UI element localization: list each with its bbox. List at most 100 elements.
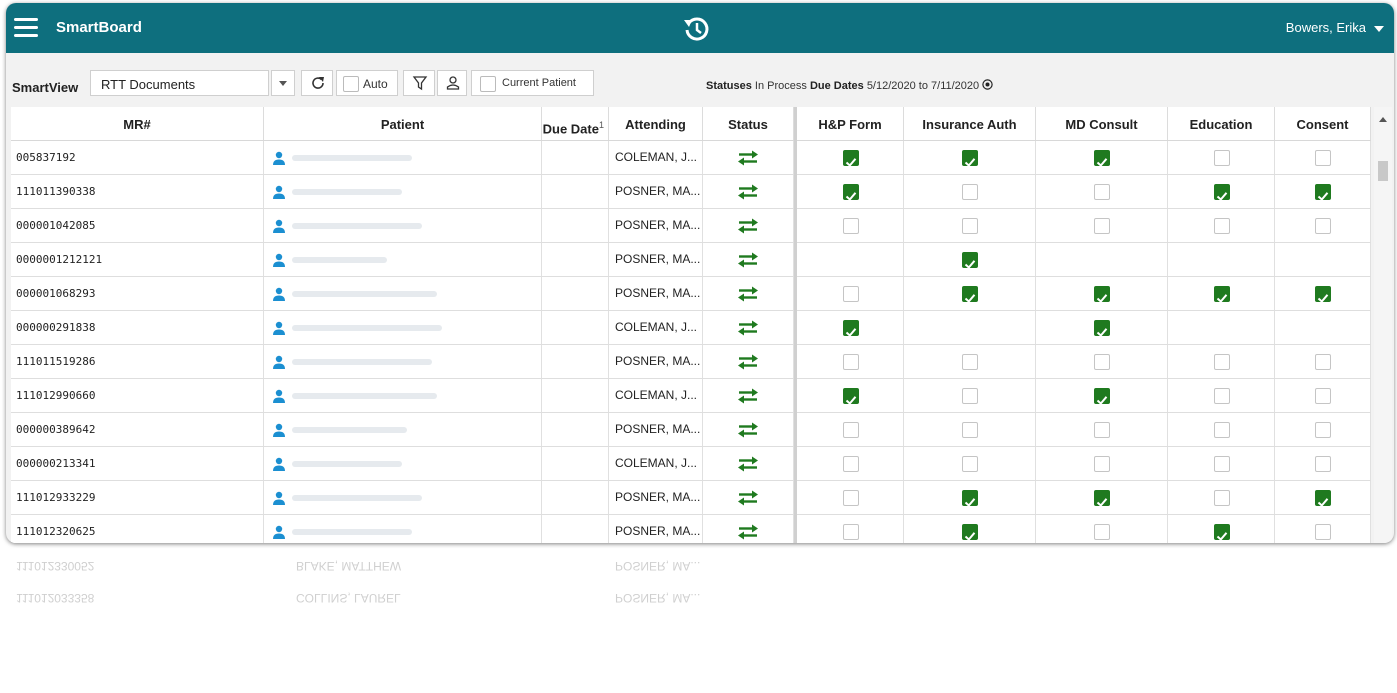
table-row[interactable]: 000001068293 POSNER, MA... [11, 277, 1371, 311]
person-icon[interactable] [272, 287, 286, 301]
checked-checkbox[interactable] [843, 388, 859, 405]
auto-checkbox[interactable] [343, 76, 359, 92]
table-row[interactable]: 000000213341 COLEMAN, J... [11, 447, 1371, 481]
unchecked-checkbox[interactable] [1094, 524, 1110, 540]
transfer-arrows-icon[interactable] [737, 218, 759, 234]
header-consent[interactable]: Consent [1275, 107, 1371, 140]
unchecked-checkbox[interactable] [1214, 150, 1230, 166]
status-cell[interactable] [703, 481, 794, 514]
checked-checkbox[interactable] [1094, 150, 1110, 167]
header-attending[interactable]: Attending [609, 107, 703, 140]
person-icon[interactable] [272, 423, 286, 437]
transfer-arrows-icon[interactable] [737, 388, 759, 404]
checked-checkbox[interactable] [1094, 286, 1110, 303]
table-row[interactable]: 000000291838 COLEMAN, J... [11, 311, 1371, 345]
header-education[interactable]: Education [1168, 107, 1275, 140]
checked-checkbox[interactable] [1315, 490, 1331, 507]
checked-checkbox[interactable] [1094, 320, 1110, 337]
transfer-arrows-icon[interactable] [737, 354, 759, 370]
status-cell[interactable] [703, 243, 794, 276]
unchecked-checkbox[interactable] [1094, 218, 1110, 234]
patient-cell[interactable] [264, 481, 542, 514]
transfer-arrows-icon[interactable] [737, 422, 759, 438]
status-cell[interactable] [703, 141, 794, 174]
patient-cell[interactable] [264, 277, 542, 310]
unchecked-checkbox[interactable] [1315, 150, 1331, 166]
table-row[interactable]: 111012933229 POSNER, MA... [11, 481, 1371, 515]
header-status[interactable]: Status [703, 107, 794, 140]
header-insurance-auth[interactable]: Insurance Auth [904, 107, 1036, 140]
status-cell[interactable] [703, 311, 794, 344]
transfer-arrows-icon[interactable] [737, 252, 759, 268]
patient-cell[interactable] [264, 311, 542, 344]
patient-cell[interactable] [264, 345, 542, 378]
unchecked-checkbox[interactable] [1315, 422, 1331, 438]
unchecked-checkbox[interactable] [962, 388, 978, 404]
filter-button[interactable] [403, 70, 435, 96]
unchecked-checkbox[interactable] [1094, 422, 1110, 438]
status-cell[interactable] [703, 175, 794, 208]
scroll-up-icon[interactable] [1379, 117, 1387, 122]
transfer-arrows-icon[interactable] [737, 490, 759, 506]
checked-checkbox[interactable] [962, 150, 978, 167]
unchecked-checkbox[interactable] [1094, 456, 1110, 472]
unchecked-checkbox[interactable] [843, 524, 859, 540]
transfer-arrows-icon[interactable] [737, 150, 759, 166]
patient-cell[interactable] [264, 379, 542, 412]
patient-cell[interactable] [264, 447, 542, 480]
header-hp-form[interactable]: H&P Form [797, 107, 904, 140]
transfer-arrows-icon[interactable] [737, 184, 759, 200]
transfer-arrows-icon[interactable] [737, 524, 759, 540]
unchecked-checkbox[interactable] [1094, 184, 1110, 200]
status-cell[interactable] [703, 447, 794, 480]
transfer-arrows-icon[interactable] [737, 320, 759, 336]
patient-cell[interactable] [264, 141, 542, 174]
person-icon[interactable] [272, 321, 286, 335]
table-row[interactable]: 111012320625 POSNER, MA... [11, 515, 1371, 543]
unchecked-checkbox[interactable] [1214, 388, 1230, 404]
checked-checkbox[interactable] [843, 184, 859, 201]
user-menu[interactable]: Bowers, Erika [1286, 20, 1384, 35]
person-icon[interactable] [272, 389, 286, 403]
table-row[interactable]: 005837192 COLEMAN, J... [11, 141, 1371, 175]
unchecked-checkbox[interactable] [1315, 388, 1331, 404]
checked-checkbox[interactable] [1094, 490, 1110, 507]
unchecked-checkbox[interactable] [1094, 354, 1110, 370]
unchecked-checkbox[interactable] [1315, 524, 1331, 540]
patient-cell[interactable] [264, 209, 542, 242]
status-cell[interactable] [703, 209, 794, 242]
refresh-button[interactable] [301, 70, 333, 96]
patient-cell[interactable] [264, 413, 542, 446]
smartview-select[interactable]: RTT Documents [90, 70, 269, 96]
unchecked-checkbox[interactable] [1214, 490, 1230, 506]
smartview-dropdown-button[interactable] [271, 70, 295, 96]
table-row[interactable]: 000001042085 POSNER, MA... [11, 209, 1371, 243]
status-cell[interactable] [703, 515, 794, 543]
table-row[interactable]: 111012990660 COLEMAN, J... [11, 379, 1371, 413]
transfer-arrows-icon[interactable] [737, 286, 759, 302]
hamburger-icon[interactable] [14, 18, 38, 38]
unchecked-checkbox[interactable] [1214, 422, 1230, 438]
unchecked-checkbox[interactable] [962, 184, 978, 200]
unchecked-checkbox[interactable] [843, 286, 859, 302]
unchecked-checkbox[interactable] [962, 218, 978, 234]
scroll-thumb[interactable] [1378, 161, 1388, 181]
table-row[interactable]: 111011519286 POSNER, MA... [11, 345, 1371, 379]
table-row[interactable]: 0000001212121 POSNER, MA... [11, 243, 1371, 277]
unchecked-checkbox[interactable] [1214, 456, 1230, 472]
table-row[interactable]: 111011390338 POSNER, MA... [11, 175, 1371, 209]
unchecked-checkbox[interactable] [843, 422, 859, 438]
checked-checkbox[interactable] [843, 150, 859, 167]
status-cell[interactable] [703, 413, 794, 446]
patient-cell[interactable] [264, 515, 542, 543]
unchecked-checkbox[interactable] [1315, 218, 1331, 234]
unchecked-checkbox[interactable] [962, 422, 978, 438]
unchecked-checkbox[interactable] [962, 456, 978, 472]
checked-checkbox[interactable] [962, 490, 978, 507]
person-icon[interactable] [272, 185, 286, 199]
header-due-date[interactable]: Due Date1 [542, 107, 609, 140]
person-icon[interactable] [272, 491, 286, 505]
checked-checkbox[interactable] [1094, 388, 1110, 405]
unchecked-checkbox[interactable] [962, 354, 978, 370]
header-md-consult[interactable]: MD Consult [1036, 107, 1168, 140]
